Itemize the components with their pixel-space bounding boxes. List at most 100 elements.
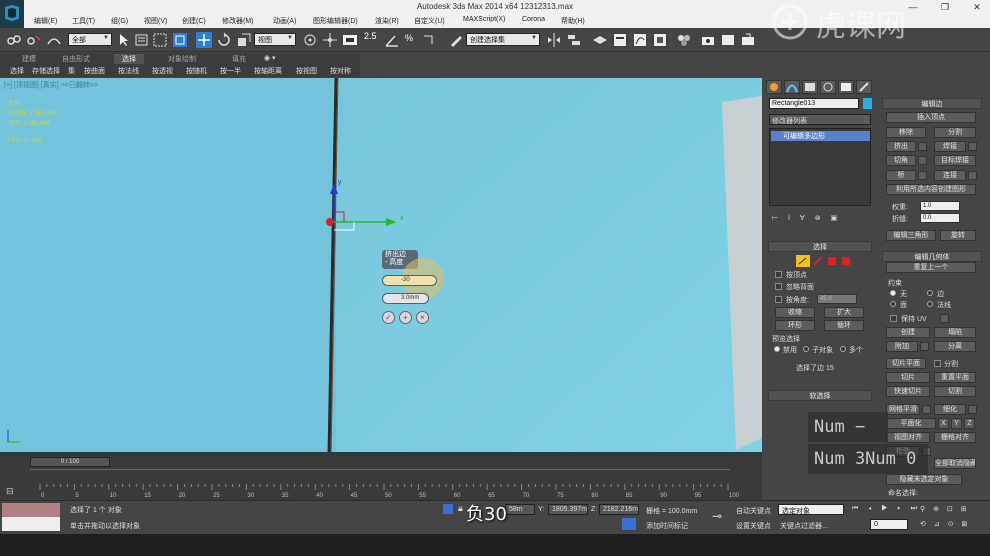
element-level-icon[interactable] [840, 255, 852, 267]
curve-editor-icon[interactable] [632, 32, 648, 48]
split-edge-button[interactable]: 分割 [934, 127, 976, 138]
angle-snap-icon[interactable] [384, 32, 400, 48]
ribbon-item-by-half[interactable]: 按一半 [220, 66, 241, 76]
menu-modifiers[interactable]: 修改器(M) [222, 16, 254, 26]
menu-corona[interactable]: Corona [522, 16, 545, 23]
vertex-level-icon[interactable] [796, 255, 810, 267]
preview-multi-radio[interactable] [840, 346, 846, 352]
select-by-name-icon[interactable] [134, 32, 150, 48]
caddy-cancel-button[interactable]: × [416, 311, 429, 324]
playback-controls[interactable]: ⏮ ◂ ▶ ▸ ⏭ [852, 505, 921, 513]
target-weld-button[interactable]: 目标焊接 [934, 155, 976, 166]
pivot-center-icon[interactable] [302, 32, 318, 48]
slice-button[interactable]: 切片 [886, 372, 930, 383]
mirror-icon[interactable] [546, 32, 562, 48]
menu-rendering[interactable]: 渲染(R) [375, 16, 399, 26]
ribbon-item-by-normal[interactable]: 按法线 [118, 66, 139, 76]
maxscript-input-mini[interactable] [2, 517, 60, 531]
create-shape-button[interactable]: 利用所选内容创建图形 [886, 184, 976, 195]
split-checkbox[interactable] [934, 360, 941, 367]
utilities-tab-icon[interactable] [856, 80, 872, 94]
preview-subobj-radio[interactable] [803, 346, 809, 352]
edit-edges-rollout-header[interactable]: 编辑边 [882, 98, 982, 109]
maxscript-listener-mini[interactable] [2, 503, 60, 517]
crease-spinner[interactable]: 0.0 [920, 213, 960, 223]
caddy-ok-button[interactable]: ✓ [382, 311, 395, 324]
display-tab-icon[interactable] [838, 80, 854, 94]
named-selection-dropdown[interactable]: 创建选择集 [466, 33, 540, 46]
reference-coord-dropdown[interactable]: 视图 [254, 33, 296, 46]
transform-gizmo[interactable]: x y [320, 178, 410, 258]
ribbon-item-by-perspective[interactable]: 按透视 [152, 66, 173, 76]
unhide-all-button[interactable]: 全部取消隐藏 [934, 458, 976, 469]
layer-manager-icon[interactable] [592, 32, 608, 48]
angle-spinner[interactable]: 45.0 [817, 294, 857, 304]
grid-align-button[interactable]: 栅格对齐 [934, 432, 976, 443]
motion-tab-icon[interactable] [820, 80, 836, 94]
planarize-y-button[interactable]: Y [951, 418, 962, 429]
weld-button[interactable]: 焊接 [934, 141, 966, 152]
extrude-settings-icon[interactable] [918, 142, 927, 151]
grow-button[interactable]: 扩大 [824, 307, 864, 318]
bind-spacewarp-icon[interactable] [46, 32, 62, 48]
auto-key-label[interactable]: 自动关键点 [736, 506, 771, 516]
menu-animation[interactable]: 动画(A) [273, 16, 296, 26]
x-coordinate-field[interactable]: 58m [505, 504, 535, 515]
viewport-label[interactable]: [+] [顶视图] [真实] <<已翻转>> [4, 80, 98, 90]
window-crossing-icon[interactable] [172, 32, 188, 48]
constraint-none-radio[interactable] [890, 290, 896, 296]
scale-icon[interactable] [236, 32, 252, 48]
soft-selection-rollout-header[interactable]: 软选择 [768, 390, 872, 401]
track-bar-toggle-icon[interactable]: ⊟ [6, 486, 14, 497]
chamfer-settings-icon[interactable] [918, 156, 927, 165]
ribbon-item-store-selection[interactable]: 存储选择 [32, 66, 60, 76]
add-time-tag-text[interactable]: 添加时间标记 [646, 521, 688, 531]
key-mode-dropdown[interactable]: 选定对象 [778, 504, 844, 515]
weight-spinner[interactable]: 1.0 [920, 201, 960, 211]
z-coordinate-field[interactable]: 2182.216m [599, 504, 639, 515]
key-filters-button[interactable]: 关键点过滤器... [780, 521, 828, 531]
create-tab-icon[interactable] [766, 80, 782, 94]
remove-button[interactable]: 移除 [886, 127, 926, 138]
rotate-icon[interactable] [216, 32, 232, 48]
constraint-normal-radio[interactable] [927, 301, 933, 307]
menu-view[interactable]: 视图(V) [144, 16, 167, 26]
current-frame-field[interactable]: 0 [870, 519, 908, 530]
collapse-button[interactable]: 塌陷 [934, 327, 976, 338]
extrude-button[interactable]: 挤出 [886, 141, 916, 152]
caddy-apply-button[interactable]: + [399, 311, 412, 324]
rendered-frame-icon[interactable] [720, 32, 736, 48]
planarize-z-button[interactable]: Z [964, 418, 975, 429]
chamfer-button[interactable]: 切角 [886, 155, 916, 166]
ribbon-item-by-symmetry[interactable]: 按对称 [330, 66, 351, 76]
menu-create[interactable]: 创建(C) [182, 16, 206, 26]
snap-toggle-label[interactable]: 2.5 [364, 31, 377, 41]
ribbon-tab-populate[interactable]: 填充 [232, 54, 246, 64]
border-level-icon[interactable] [826, 255, 838, 267]
schematic-view-icon[interactable] [652, 32, 668, 48]
extrude-height-field[interactable]: -30 [382, 275, 437, 286]
select-manipulate-icon[interactable] [322, 32, 338, 48]
menu-customize[interactable]: 自定义(U) [414, 16, 445, 26]
selection-filter-dropdown[interactable]: 全部 [68, 33, 112, 46]
keyboard-shortcut-icon[interactable] [342, 32, 358, 48]
move-icon[interactable] [196, 32, 212, 48]
ribbon-tab-selection[interactable]: 选择 [114, 54, 144, 64]
set-key-label[interactable]: 设置关键点 [736, 521, 771, 531]
hide-unselected-button[interactable]: 隐藏未选定对象 [886, 474, 962, 485]
insert-vertex-button[interactable]: 插入顶点 [886, 112, 976, 123]
edit-triangulation-button[interactable]: 编辑三角形 [886, 230, 936, 241]
weld-settings-icon[interactable] [968, 142, 977, 151]
create-button[interactable]: 创建 [886, 327, 930, 338]
tessellate-button[interactable]: 细化 [934, 404, 966, 415]
tessellate-settings-icon[interactable] [968, 405, 977, 414]
quickslice-button[interactable]: 快速切片 [886, 386, 930, 397]
preserve-uv-checkbox[interactable] [890, 315, 897, 322]
ribbon-tab-freeform[interactable]: 自由形式 [62, 54, 90, 64]
connect-button[interactable]: 连接 [934, 170, 966, 181]
detach-button[interactable]: 分离 [934, 341, 976, 352]
time-slider-thumb[interactable]: 0 / 100 [30, 457, 110, 467]
view-align-button[interactable]: 视图对齐 [886, 432, 930, 443]
percent-snap-icon[interactable]: % [405, 33, 413, 43]
viewport-nav-controls[interactable]: ⚲ ⊕ ⊡ ⊞ [920, 505, 970, 513]
